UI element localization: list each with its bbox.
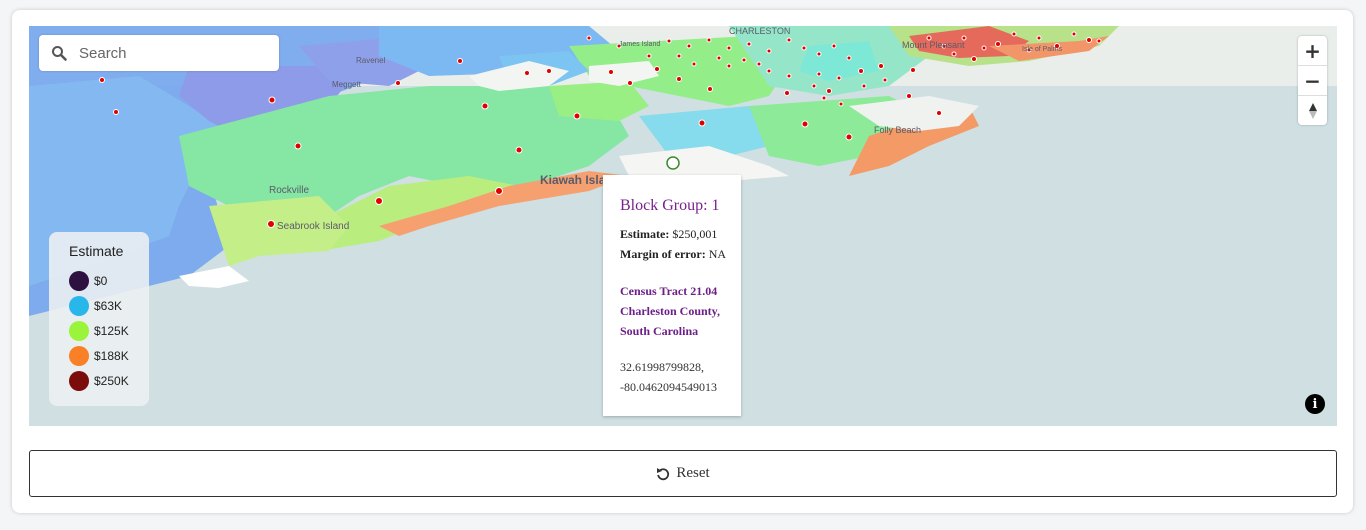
block-group-popup: Block Group: 1 Estimate: $250,001 Margin…: [603, 175, 741, 416]
legend-title: Estimate: [69, 243, 124, 259]
compass-button[interactable]: [1298, 96, 1327, 125]
zoom-control: + −: [1298, 36, 1327, 125]
legend-item: $125K: [69, 321, 129, 341]
legend-label: $250K: [94, 374, 129, 388]
legend-item: $250K: [69, 371, 129, 391]
popup-coordinates: 32.61998799828, -80.0462094549013: [620, 360, 717, 394]
legend: Estimate $0 $63K $125K $188K $250K: [49, 232, 149, 406]
label-james-island: James Island: [619, 41, 660, 48]
reset-button[interactable]: Reset: [29, 450, 1337, 497]
map-card: Rockville Seabrook Island Kiawah Isla Fo…: [12, 10, 1353, 513]
legend-swatch: [69, 296, 89, 316]
legend-item: $188K: [69, 346, 129, 366]
popup-title: Block Group: 1: [620, 197, 720, 214]
search-input[interactable]: [77, 43, 271, 63]
choropleth-map[interactable]: Rockville Seabrook Island Kiawah Isla Fo…: [29, 26, 1337, 426]
legend-swatch: [69, 346, 89, 366]
label-meggett: Meggett: [332, 80, 362, 89]
search-box[interactable]: [39, 35, 279, 71]
search-icon: [49, 43, 69, 63]
undo-icon: [656, 467, 670, 481]
legend-label: $125K: [94, 324, 129, 338]
label-kiawah: Kiawah Isla: [540, 173, 606, 187]
legend-item: $0: [69, 271, 107, 291]
label-mount-pleasant: Mount Pleasant: [902, 40, 965, 50]
legend-item: $63K: [69, 296, 122, 316]
attribution-info-button[interactable]: i: [1305, 394, 1325, 414]
reset-label: Reset: [676, 465, 710, 481]
zoom-out-button[interactable]: −: [1298, 66, 1327, 96]
compass-icon: [1308, 102, 1317, 119]
label-charleston: CHARLESTON: [729, 26, 790, 36]
label-isle-of-palms: Isle of Palms: [1022, 46, 1063, 53]
popup-margin-of-error: Margin of error: NA: [620, 247, 727, 261]
label-seabrook: Seabrook Island: [277, 221, 349, 232]
legend-swatch: [69, 371, 89, 391]
zoom-in-button[interactable]: +: [1298, 36, 1327, 66]
legend-swatch: [69, 321, 89, 341]
legend-label: $0: [94, 274, 108, 288]
label-rockville: Rockville: [269, 185, 309, 196]
popup-tract: Census Tract 21.04 Charleston County, So…: [620, 284, 721, 338]
popup-estimate: Estimate: $250,001: [620, 227, 718, 241]
legend-label: $63K: [94, 299, 123, 313]
legend-label: $188K: [94, 349, 129, 363]
legend-swatch: [69, 271, 89, 291]
label-ravenel: Ravenel: [356, 56, 386, 65]
label-folly: Folly Beach: [874, 125, 921, 135]
